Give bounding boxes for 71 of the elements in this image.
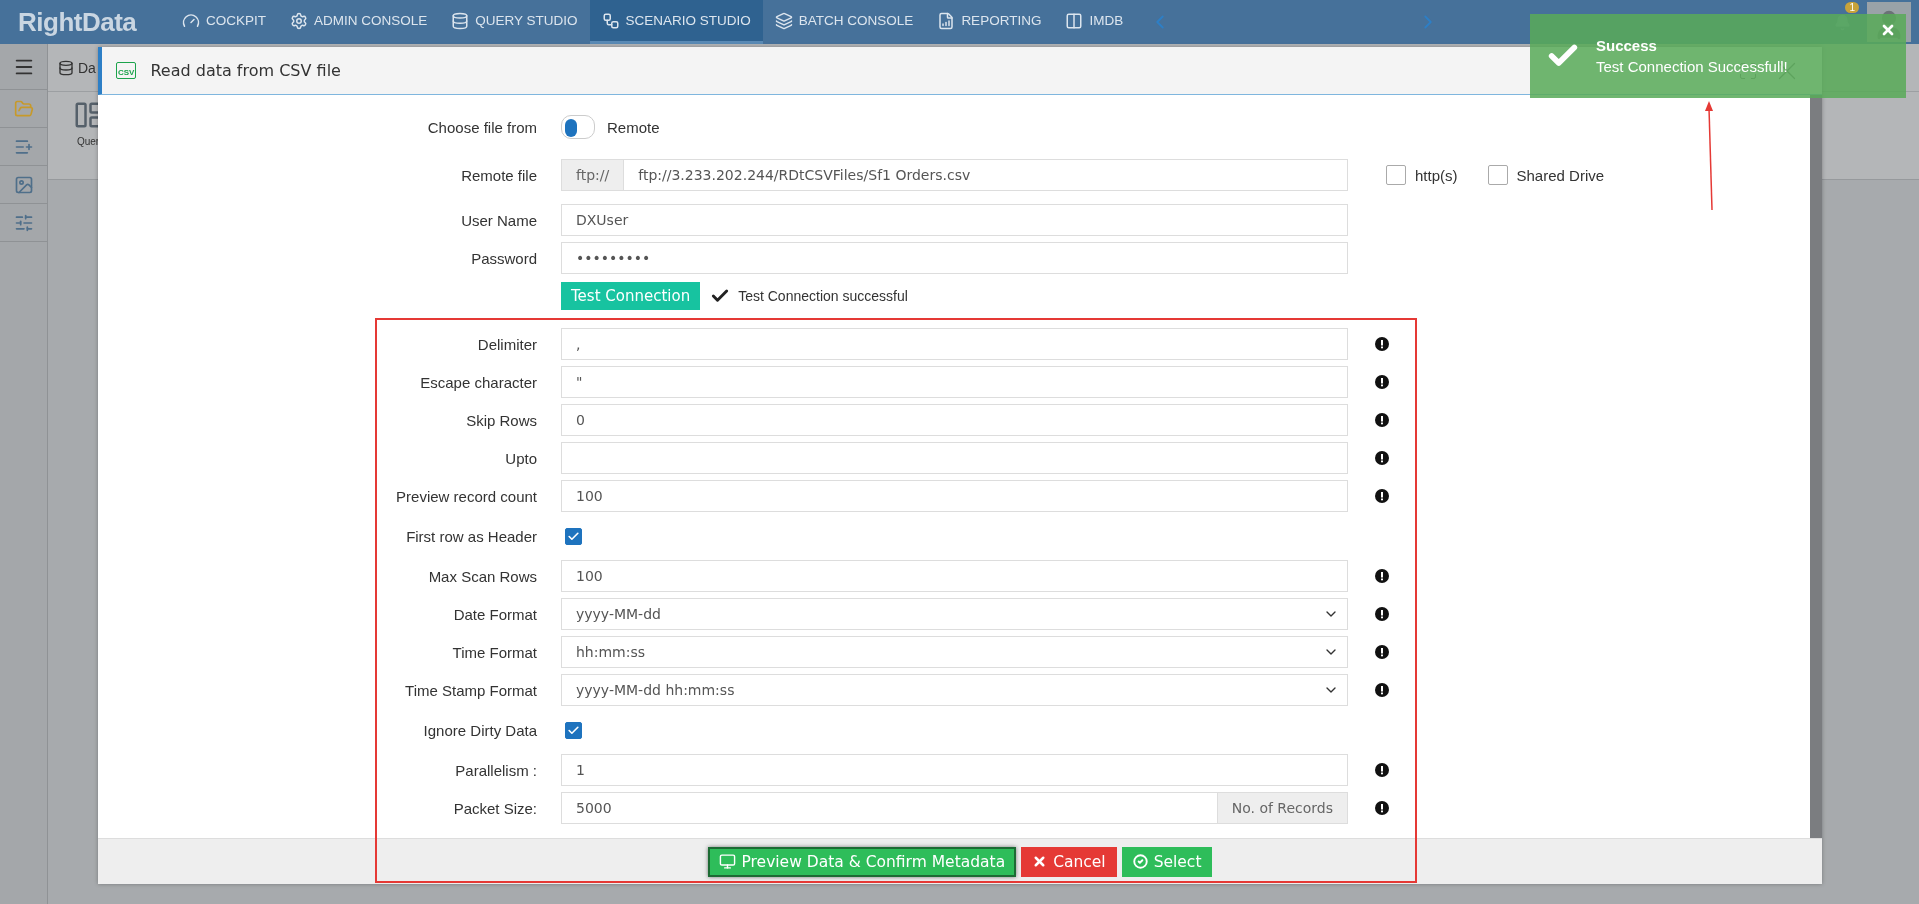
columns-icon [1065, 11, 1084, 30]
input-field[interactable]: 0 [561, 404, 1348, 436]
checkbox[interactable] [565, 527, 582, 545]
toggle-switch[interactable] [561, 115, 595, 139]
input-field[interactable]: , [561, 328, 1348, 360]
dropdown[interactable]: hh:mm:ss [561, 636, 1348, 668]
gauge-icon [182, 11, 200, 30]
check-circle-icon [1132, 854, 1148, 869]
nav-tab[interactable]: SCENARIO STUDIO [589, 0, 763, 44]
field-label: Ignore Dirty Data [422, 721, 537, 739]
nav-tab[interactable]: BATCH CONSOLE [762, 0, 926, 44]
password-field[interactable]: ••••••••• [561, 242, 1348, 274]
field-label: Time Stamp Format [404, 681, 537, 699]
field-label: Date Format [452, 605, 537, 623]
input-field[interactable]: 5000 No. of Records [561, 792, 1348, 824]
nav-tab[interactable]: REPORTING [925, 0, 1054, 44]
chart-icon [937, 11, 956, 30]
notification-badge: 1 [1845, 2, 1859, 13]
nav-tab[interactable]: COCKPIT [170, 0, 278, 44]
field-label: First row as Header [405, 527, 537, 545]
dropdown[interactable]: yyyy-MM-dd hh:mm:ss [561, 674, 1348, 706]
checkbox-label: Shared Drive [1516, 166, 1605, 184]
field-label: Packet Size: [452, 799, 537, 817]
toast-title: Success [1596, 37, 1658, 54]
dialog-title: Read data from CSV file [150, 61, 341, 80]
layers-icon [774, 11, 793, 30]
field-label: Parallelism : [454, 761, 537, 779]
database-icon [58, 59, 74, 76]
field-label: User Name [460, 211, 537, 229]
check-icon [567, 723, 580, 737]
input-addon: No. of Records [1216, 793, 1347, 823]
checkbox[interactable] [1386, 165, 1406, 185]
input-field[interactable]: ftp:// ftp://3.233.202.244/RDtCSVFiles/Sf1 Orders.csv [561, 159, 1348, 191]
input-field[interactable]: " [561, 366, 1348, 398]
field-label: Password [470, 249, 537, 267]
breadcrumb[interactable]: Da [78, 59, 96, 76]
workflow-icon [601, 11, 620, 30]
input-field[interactable]: 100 [561, 480, 1348, 512]
input-field[interactable]: 1 [561, 754, 1348, 786]
nav-tab[interactable]: ADMIN CONSOLE [278, 0, 440, 44]
scrollbar[interactable] [1810, 95, 1822, 838]
check-icon [567, 529, 580, 543]
checkbox-label: http(s) [1415, 166, 1458, 184]
field-label: Delimiter [476, 335, 537, 353]
nav-tab[interactable]: IMDB [1053, 0, 1136, 44]
checkbox[interactable] [565, 721, 582, 739]
dropdown[interactable]: yyyy-MM-dd [561, 598, 1348, 630]
input-addon: ftp:// [562, 160, 625, 190]
gear-icon [290, 11, 308, 30]
nav-tab[interactable]: QUERY STUDIO [439, 0, 590, 44]
field-label: Remote file [460, 166, 537, 184]
field-label: Time Format [451, 643, 537, 661]
database-icon [451, 11, 470, 30]
field-label: Escape character [419, 373, 537, 391]
close-icon[interactable] [1880, 22, 1896, 38]
field-label: Upto [504, 449, 537, 467]
monitor-icon [718, 853, 736, 870]
toggle-label: Remote [607, 118, 660, 136]
field-label: Skip Rows [465, 411, 537, 429]
field-label: Preview record count [395, 487, 537, 505]
checkbox[interactable] [1487, 165, 1508, 185]
input-field[interactable] [561, 442, 1348, 474]
input-field[interactable]: DXUser [561, 204, 1348, 236]
tool-label: Quer [76, 136, 100, 147]
toast-message: Test Connection Successfull! [1596, 58, 1789, 75]
csv-file-icon: CSV [116, 62, 137, 79]
cancel-button[interactable]: Cancel [1021, 846, 1117, 877]
input-field[interactable]: 100 [561, 560, 1348, 592]
status-text: Test Connection successful [738, 288, 908, 304]
field-label: Choose file from [426, 118, 537, 136]
field-label: Max Scan Rows [427, 567, 537, 585]
